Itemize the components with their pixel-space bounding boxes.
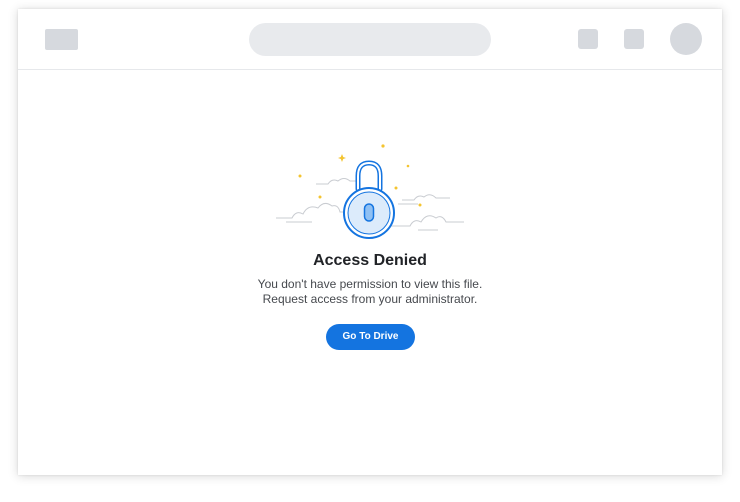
message-line: Request access from your administrator.	[262, 292, 478, 306]
message-line: You don't have permission to view this f…	[257, 277, 483, 291]
logo-placeholder[interactable]	[45, 29, 78, 50]
avatar[interactable]	[670, 23, 702, 55]
top-bar	[18, 9, 722, 70]
go-to-drive-button[interactable]: Go To Drive	[326, 324, 415, 350]
page-title: Access Denied	[313, 252, 427, 269]
action-icon-placeholder[interactable]	[624, 29, 644, 49]
action-icon-placeholder[interactable]	[578, 29, 598, 49]
padlock-illustration	[276, 144, 464, 239]
padlock-icon	[343, 160, 395, 239]
browser-window: Access Denied You don't have permission …	[18, 9, 722, 475]
search-bar-placeholder[interactable]	[249, 23, 491, 56]
